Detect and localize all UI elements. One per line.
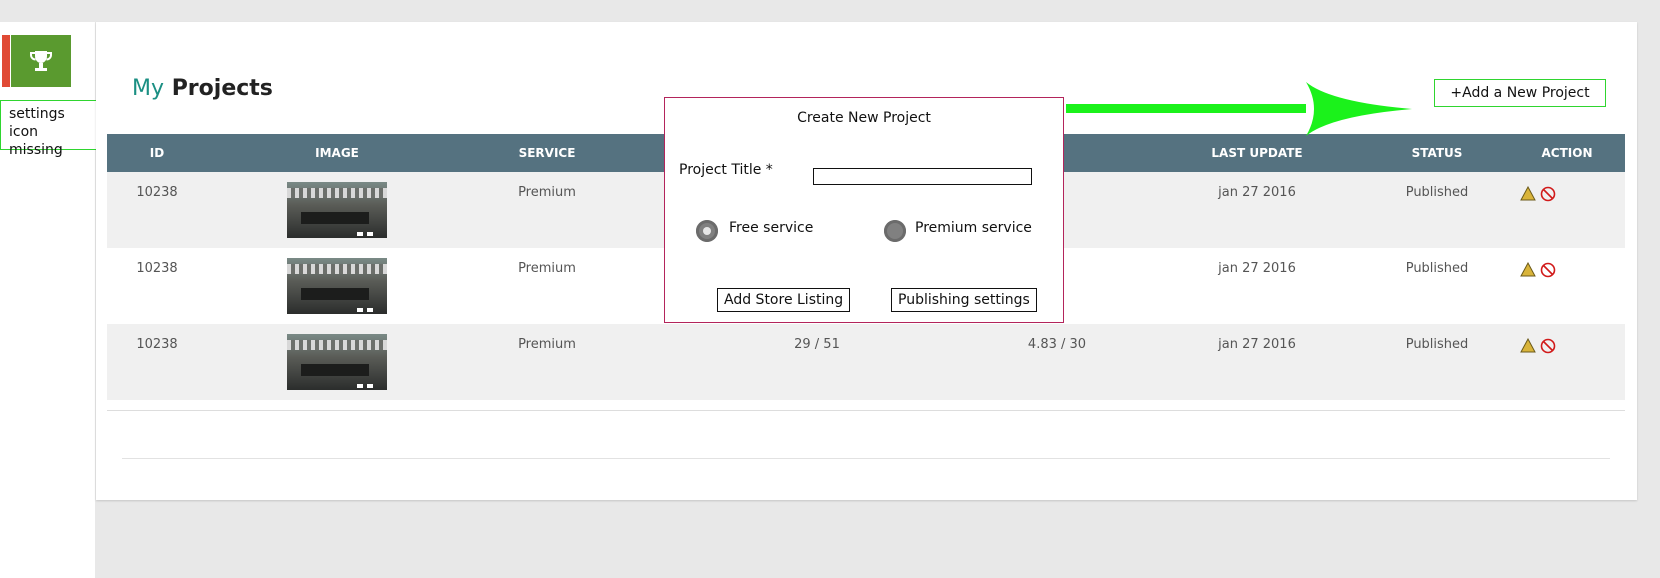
premium-service-label: Premium service [915,220,1032,236]
row-service: Premium [518,185,576,200]
modal-title: Create New Project [797,110,931,126]
row-service: Premium [518,261,576,276]
free-service-radio[interactable] [696,220,718,242]
row-actions [1520,262,1556,278]
project-thumbnail[interactable] [287,334,387,390]
block-icon[interactable] [1540,186,1556,202]
row-last-update: jan 27 2016 [1218,261,1296,276]
page-title: My Projects [132,76,273,101]
row-id: 10238 [136,261,178,276]
add-new-project-button[interactable]: +Add a New Project [1434,79,1606,107]
row-actions [1520,338,1556,354]
col-header-id: ID [149,146,165,160]
row-actions [1520,186,1556,202]
row-col4: 29 / 51 [794,337,840,352]
warning-icon[interactable] [1520,338,1536,353]
block-icon[interactable] [1540,262,1556,278]
premium-service-radio[interactable] [884,220,906,242]
page-title-accent: My [132,76,165,101]
col-header-image: IMAGE [315,146,359,160]
add-store-listing-button[interactable]: Add Store Listing [717,288,851,312]
warning-icon[interactable] [1520,186,1536,201]
project-title-input[interactable] [813,168,1032,185]
annotation-note-line1: settings icon [9,106,65,140]
block-icon[interactable] [1540,338,1556,354]
row-id: 10238 [136,185,178,200]
create-project-modal: Create New Project Project Title * Free … [664,97,1064,323]
row-status: Published [1405,261,1469,276]
row-last-update: jan 27 2016 [1218,185,1296,200]
free-service-label: Free service [729,220,814,236]
arrow-annotation [1066,82,1412,136]
trophy-nav-button[interactable] [11,35,71,87]
row-col5: 4.83 / 30 [1027,337,1087,352]
table-row[interactable]: 10238 Premium 29 / 51 4.83 / 30 jan 27 2… [107,324,1625,400]
project-thumbnail[interactable] [287,182,387,238]
annotation-note-line2: missing [9,142,63,158]
warning-icon[interactable] [1520,262,1536,277]
col-header-service: SERVICE [518,146,576,160]
row-status: Published [1405,185,1469,200]
table-bottom-divider [107,410,1625,411]
project-thumbnail[interactable] [287,258,387,314]
row-service: Premium [518,337,576,352]
page-title-rest: Projects [171,76,273,101]
trophy-icon [30,51,52,71]
row-id: 10238 [136,337,178,352]
publishing-settings-button[interactable]: Publishing settings [891,288,1037,312]
annotation-note: settings icon missing [0,100,98,158]
row-status: Published [1405,337,1469,352]
panel-footer-divider [122,458,1610,459]
row-last-update: jan 27 2016 [1218,337,1296,352]
project-title-label: Project Title * [679,162,773,178]
col-header-action: ACTION [1541,146,1593,160]
active-indicator [2,35,10,87]
